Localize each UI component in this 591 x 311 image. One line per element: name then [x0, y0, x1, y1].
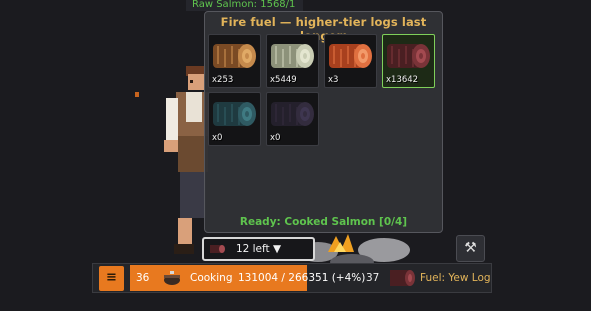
- log-grain: [231, 104, 233, 122]
- log-slot-4[interactable]: x13642: [382, 34, 435, 88]
- log-grain: [391, 46, 393, 64]
- log-grain: [217, 46, 219, 64]
- crafting-tool-button[interactable]: ⚒: [456, 235, 485, 262]
- next-level: 37: [366, 272, 380, 284]
- log-slot-5[interactable]: x0: [208, 92, 261, 146]
- skill-xp: 131004 / 266351 (+4%): [238, 272, 366, 284]
- log-count: x253: [212, 75, 234, 85]
- log-count: x0: [212, 133, 223, 143]
- log-grain: [333, 46, 335, 64]
- remaining-label: 12 left ▼: [235, 243, 282, 255]
- skill-level: 36: [136, 272, 150, 284]
- log-count: x0: [270, 133, 281, 143]
- ember-particle: [135, 92, 139, 97]
- log-slot-6[interactable]: x0: [266, 92, 319, 146]
- log-count: x5449: [270, 75, 297, 85]
- log-slot-3[interactable]: x3: [324, 34, 377, 88]
- log-icon: [329, 44, 372, 68]
- raw-item-label: Raw Salmon: 1568/1: [186, 0, 304, 11]
- log-grain: [231, 46, 233, 64]
- cooking-progress: 36 Cooking 131004 / 266351 (+4%): [130, 265, 370, 291]
- remaining-dropdown[interactable]: 12 left ▼: [202, 237, 315, 261]
- log-heart: [303, 53, 307, 59]
- log-heart: [303, 111, 307, 117]
- log-grain: [289, 46, 291, 64]
- log-grain: [282, 49, 284, 67]
- log-grain: [282, 107, 284, 125]
- menu-icon: ≡: [106, 270, 117, 285]
- log-heart: [245, 111, 249, 117]
- cooking-pot-icon: [164, 271, 180, 285]
- log-grain: [275, 104, 277, 122]
- log-icon: [210, 245, 225, 253]
- menu-button[interactable]: ≡: [99, 266, 124, 291]
- ready-status: Ready: Cooked Salmon [0/4]: [239, 216, 408, 228]
- log-grain: [347, 46, 349, 64]
- log-grain: [340, 49, 342, 67]
- log-grain: [224, 49, 226, 67]
- skill-name: Cooking: [190, 272, 233, 284]
- log-slot-1[interactable]: x253: [208, 34, 261, 88]
- log-icon: [213, 102, 256, 126]
- log-icon: [271, 102, 314, 126]
- log-grain: [217, 104, 219, 122]
- fuel-popup: Fire fuel — higher-tier logs last longer…: [204, 11, 443, 233]
- log-grain: [405, 46, 407, 64]
- crossed-hammers-icon: ⚒: [464, 240, 477, 256]
- log-grain: [398, 49, 400, 67]
- log-grain: [289, 104, 291, 122]
- log-count: x3: [328, 75, 339, 85]
- log-heart: [361, 53, 365, 59]
- log-count: x13642: [386, 75, 419, 85]
- log-icon: [390, 270, 415, 286]
- log-grain: [275, 46, 277, 64]
- fuel-label: Fuel: Yew Log x: [420, 272, 492, 284]
- log-heart: [419, 53, 423, 59]
- log-slot-2[interactable]: x5449: [266, 34, 319, 88]
- log-grain: [224, 107, 226, 125]
- log-icon: [271, 44, 314, 68]
- log-heart: [245, 53, 249, 59]
- log-icon: [213, 44, 256, 68]
- log-icon: [387, 44, 430, 68]
